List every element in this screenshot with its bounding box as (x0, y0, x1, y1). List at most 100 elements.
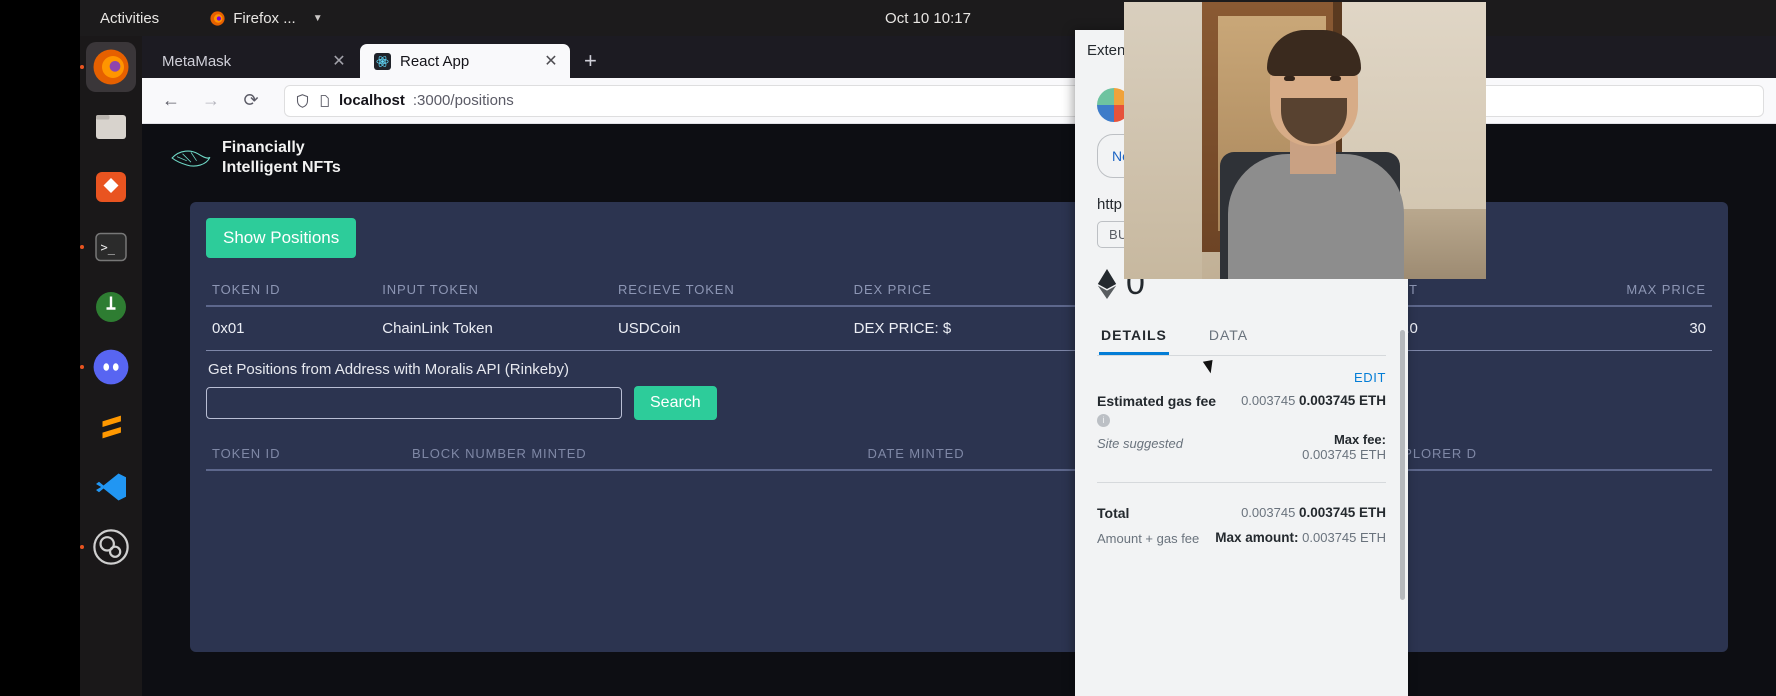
tab-strip: MetaMask ✕ React App ✕ + (142, 36, 1776, 78)
search-row: Search (206, 386, 1712, 424)
max-fee-label: Max fee: (1333, 432, 1386, 448)
shield-icon (296, 93, 309, 108)
tab-title: MetaMask (162, 52, 232, 70)
dock-item-vs-code[interactable] (86, 462, 136, 512)
dock-item-sublime-text[interactable] (86, 402, 136, 452)
forward-button[interactable]: → (194, 85, 228, 117)
firefox-icon (93, 49, 129, 85)
dapp-page: Financially Intelligent NFTs Show Positi… (142, 124, 1776, 696)
divider (1097, 482, 1386, 484)
discord-icon (93, 349, 129, 385)
ubuntu-dock: >_ (80, 36, 142, 696)
url-bar[interactable]: localhost :3000/positions (284, 84, 1764, 117)
search-button[interactable]: Search (634, 386, 717, 420)
chevron-down-icon: ▼ (312, 12, 323, 24)
remmina-icon (96, 292, 126, 322)
back-button[interactable]: ← (154, 85, 188, 117)
gas-fee-bold: 0.003745 ETH (1298, 393, 1386, 409)
total-bold: 0.003745 ETH (1298, 505, 1386, 521)
dock-item-obs-studio[interactable] (80, 522, 136, 572)
table-header-row: TOKEN ID INPUT TOKEN RECIEVE TOKEN DEX P… (206, 274, 1712, 307)
max-amount-label: Max amount: (1215, 530, 1299, 546)
total-value: 0.003745 0.003745 ETH (1215, 505, 1386, 520)
dock-item-firefox[interactable] (80, 42, 136, 92)
close-icon[interactable]: ✕ (330, 51, 348, 71)
scrollbar[interactable] (1400, 330, 1405, 600)
show-positions-button[interactable]: Show Positions (206, 218, 357, 258)
total-plain: 0.003745 (1241, 505, 1296, 521)
app-brand: Financially Intelligent NFTs (142, 124, 1776, 188)
gas-fee-label: Estimated gas fee (1097, 393, 1217, 410)
dock-item-terminal[interactable]: >_ (80, 222, 136, 272)
dock-item-software[interactable] (86, 162, 136, 212)
screen: Activities Firefox ... ▼ Oct 10 10:17 >_… (0, 0, 1776, 696)
terminal-icon: >_ (95, 232, 127, 262)
max-amount-row: Max amount: 0.003745 ETH (1215, 530, 1386, 545)
info-icon[interactable]: i (1097, 414, 1110, 428)
svg-text:>_: >_ (101, 241, 116, 255)
gas-fee-row: Estimated gas fee i Site suggested 0.003… (1097, 393, 1386, 462)
react-icon (374, 52, 391, 70)
tab-react-app[interactable]: React App ✕ (360, 44, 570, 78)
cell-max-price: 30 (1423, 306, 1712, 351)
col-block-number-minted: BLOCK NUMBER MINTED (406, 438, 736, 471)
col-minted-token-id: TOKEN ID (206, 438, 406, 471)
max-fee-value: 0.003745 ETH (1302, 447, 1386, 463)
edit-gas-button[interactable]: EDIT (1097, 370, 1386, 385)
tab-data[interactable]: DATA (1207, 317, 1250, 355)
app-menu-label: Firefox ... (233, 9, 296, 27)
moralis-label: Get Positions from Address with Moralis … (208, 361, 569, 378)
metamask-tabs: DETAILS DATA (1097, 317, 1386, 357)
clock[interactable]: Oct 10 10:17 (80, 10, 1776, 27)
metamask-details-panel: EDIT Estimated gas fee i Site suggested … (1075, 356, 1408, 546)
tab-details[interactable]: DETAILS (1099, 317, 1169, 356)
tab-title: React App (400, 52, 470, 70)
activities-button[interactable]: Activities (88, 6, 171, 31)
cell-recieve-token: USDCoin (611, 306, 848, 351)
wall-left (1124, 2, 1202, 279)
dock-item-remmina[interactable] (86, 282, 136, 332)
person-eye-right (1330, 76, 1341, 81)
amount-gas-label: Amount + gas fee (1097, 531, 1200, 547)
logo-icon (171, 150, 211, 167)
url-path: :3000/positions (412, 92, 514, 109)
dock-item-discord[interactable] (80, 342, 136, 392)
minted-table: TOKEN ID BLOCK NUMBER MINTED DATE MINTED… (206, 438, 1712, 471)
running-indicator-dot (80, 365, 84, 369)
col-recieve-token: RECIEVE TOKEN (611, 274, 848, 307)
navigation-toolbar: ← → ⟳ localhost :3000/positions (142, 78, 1776, 124)
dock-item-files[interactable] (86, 102, 136, 152)
running-indicator-dot (80, 545, 84, 549)
positions-table: TOKEN ID INPUT TOKEN RECIEVE TOKEN DEX P… (206, 274, 1712, 351)
ubuntu-software-icon (96, 172, 126, 202)
search-input[interactable] (206, 387, 622, 419)
col-date-minted: DATE MINTED (736, 438, 1096, 471)
ethereum-icon (1097, 268, 1117, 299)
table-header-row: TOKEN ID BLOCK NUMBER MINTED DATE MINTED… (206, 438, 1712, 471)
tab-metamask[interactable]: MetaMask ✕ (148, 44, 358, 78)
total-row: Total Amount + gas fee 0.003745 0.003745… (1097, 505, 1386, 546)
col-token-id: TOKEN ID (206, 274, 377, 307)
reload-button[interactable]: ⟳ (234, 85, 268, 117)
close-icon[interactable]: ✕ (542, 51, 560, 71)
obs-studio-icon (93, 529, 129, 565)
running-indicator-dot (80, 245, 84, 249)
page-info-icon (320, 94, 329, 107)
positions-card: Show Positions TOKEN ID INPUT TOKEN RECI… (190, 202, 1728, 652)
folder-icon (96, 115, 126, 139)
total-label: Total (1097, 505, 1130, 522)
site-suggested-label: Site suggested (1097, 436, 1184, 452)
person-eye-left (1284, 76, 1295, 81)
gas-fee-plain: 0.003745 (1241, 393, 1296, 409)
firefox-window: MetaMask ✕ React App ✕ + ← → ⟳ localhost… (142, 36, 1776, 696)
gas-fee-value: 0.003745 0.003745 ETH (1241, 393, 1386, 408)
vscode-icon (96, 473, 126, 501)
app-menu-button[interactable]: Firefox ... ▼ (209, 9, 323, 27)
url-host: localhost (339, 92, 405, 109)
firefox-icon (210, 10, 225, 26)
cell-token-id: 0x01 (206, 306, 377, 351)
webcam-overlay (1124, 2, 1486, 279)
gnome-top-bar: Activities Firefox ... ▼ Oct 10 10:17 (80, 0, 1776, 36)
new-tab-button[interactable]: + (572, 50, 609, 78)
table-row[interactable]: 0x01 ChainLink Token USDCoin DEX PRICE: … (206, 306, 1712, 351)
